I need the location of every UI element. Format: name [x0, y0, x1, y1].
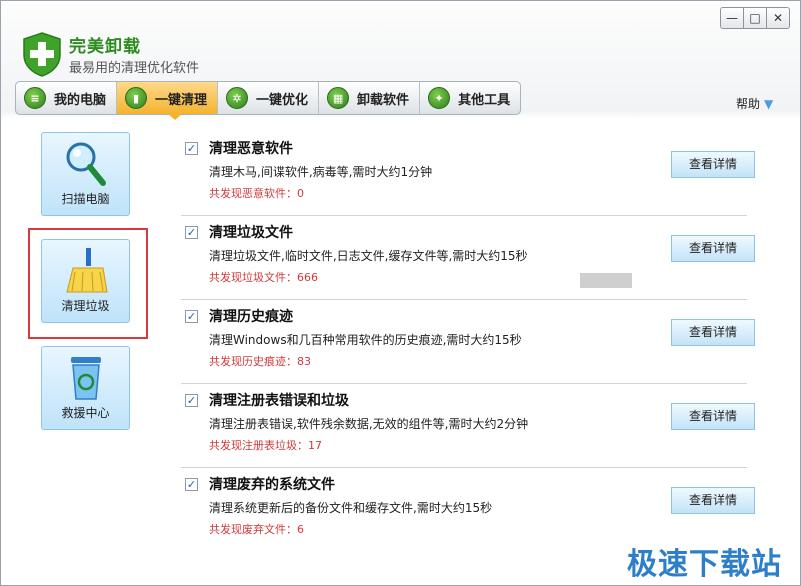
- sidebar-item-rescue-center[interactable]: 救援中心: [41, 346, 130, 430]
- item-checkbox[interactable]: ✓: [185, 226, 198, 239]
- tab-my-computer[interactable]: ≡ 我的电脑: [16, 82, 118, 114]
- tab-label: 卸载软件: [357, 92, 410, 108]
- tab-label: 一键清理: [155, 92, 208, 108]
- help-button[interactable]: 帮助 ▼: [736, 95, 773, 112]
- tab-label: 一键优化: [256, 92, 309, 108]
- clean-item-history: ✓ 清理历史痕迹 清理Windows和几百种常用软件的历史痕迹,需时大约15秒 …: [181, 300, 755, 384]
- active-tab-pointer: [167, 113, 183, 120]
- item-title: 清理恶意软件: [209, 141, 293, 157]
- redacted-block: [580, 273, 632, 288]
- item-checkbox[interactable]: ✓: [185, 142, 198, 155]
- tab-one-click-optimize[interactable]: ✲ 一键优化: [218, 82, 320, 114]
- tab-other-tools[interactable]: ✦ 其他工具: [420, 82, 520, 114]
- tab-one-click-clean[interactable]: ▮ 一键清理: [117, 82, 219, 114]
- item-found-count: 共发现垃圾文件：666: [209, 271, 318, 284]
- maximize-button[interactable]: □: [743, 7, 767, 29]
- computer-icon: ≡: [24, 87, 46, 109]
- item-description: 清理木马,间谍软件,病毒等,需时大约1分钟: [209, 165, 433, 179]
- item-description: 清理系统更新后的备份文件和缓存文件,需时大约15秒: [209, 501, 493, 515]
- window-controls: — □ ✕: [720, 7, 790, 29]
- item-checkbox[interactable]: ✓: [185, 394, 198, 407]
- tab-label: 我的电脑: [54, 92, 107, 108]
- item-found-count: 共发现历史痕迹：83: [209, 355, 311, 368]
- item-description: 清理Windows和几百种常用软件的历史痕迹,需时大约15秒: [209, 333, 522, 347]
- uninstall-icon: ▦: [327, 87, 350, 109]
- item-title: 清理垃圾文件: [209, 225, 293, 241]
- trash-icon: ▮: [125, 87, 148, 109]
- gear-icon: ✲: [226, 87, 249, 109]
- selected-item-highlight: [28, 228, 148, 339]
- help-label: 帮助: [736, 97, 761, 111]
- item-checkbox[interactable]: ✓: [185, 310, 198, 323]
- close-button[interactable]: ✕: [766, 7, 790, 29]
- item-found-count: 共发现恶意软件：0: [209, 187, 304, 200]
- tab-label: 其他工具: [458, 92, 511, 108]
- chevron-down-icon: ▼: [764, 96, 774, 111]
- clean-item-junk-files: ✓ 清理垃圾文件 清理垃圾文件,临时文件,日志文件,缓存文件等,需时大约15秒 …: [181, 216, 755, 300]
- clean-item-malware: ✓ 清理恶意软件 清理木马,间谍软件,病毒等,需时大约1分钟 共发现恶意软件：0…: [181, 132, 755, 216]
- app-subtitle: 最易用的清理优化软件: [69, 61, 200, 76]
- item-description: 清理垃圾文件,临时文件,日志文件,缓存文件等,需时大约15秒: [209, 249, 528, 263]
- sidebar-item-scan[interactable]: 扫描电脑: [41, 132, 130, 216]
- minimize-button[interactable]: —: [720, 7, 744, 29]
- watermark: 极速下载站: [627, 547, 782, 582]
- item-title: 清理注册表错误和垃圾: [209, 393, 349, 409]
- view-details-button[interactable]: 查看详情: [671, 319, 755, 346]
- item-found-count: 共发现废弃文件：6: [209, 523, 304, 536]
- magnifier-icon: [66, 142, 106, 186]
- app-title: 完美卸载: [69, 37, 141, 57]
- item-title: 清理历史痕迹: [209, 309, 293, 325]
- shield-plus-logo-icon: [23, 32, 61, 77]
- main-tabbar: ≡ 我的电脑 ▮ 一键清理 ✲ 一键优化 ▦ 卸载软件 ✦ 其他工具: [15, 81, 522, 115]
- view-details-button[interactable]: 查看详情: [671, 403, 755, 430]
- item-found-count: 共发现注册表垃圾：17: [209, 439, 322, 452]
- view-details-button[interactable]: 查看详情: [671, 235, 755, 262]
- app-window: 完美卸载 最易用的清理优化软件 — □ ✕ ≡ 我的电脑 ▮ 一键清理 ✲ 一键…: [0, 0, 801, 586]
- sidebar-item-label: 扫描电脑: [61, 192, 110, 206]
- tab-uninstall-software[interactable]: ▦ 卸载软件: [319, 82, 421, 114]
- sidebar-item-label: 救援中心: [61, 406, 110, 420]
- item-title: 清理废弃的系统文件: [209, 477, 335, 493]
- recycle-bin-icon: [71, 357, 101, 400]
- item-checkbox[interactable]: ✓: [185, 478, 198, 491]
- tools-icon: ✦: [428, 87, 451, 109]
- view-details-button[interactable]: 查看详情: [671, 151, 755, 178]
- view-details-button[interactable]: 查看详情: [671, 487, 755, 514]
- clean-item-registry: ✓ 清理注册表错误和垃圾 清理注册表错误,软件残余数据,无效的组件等,需时大约2…: [181, 384, 755, 468]
- item-description: 清理注册表错误,软件残余数据,无效的组件等,需时大约2分钟: [209, 417, 529, 431]
